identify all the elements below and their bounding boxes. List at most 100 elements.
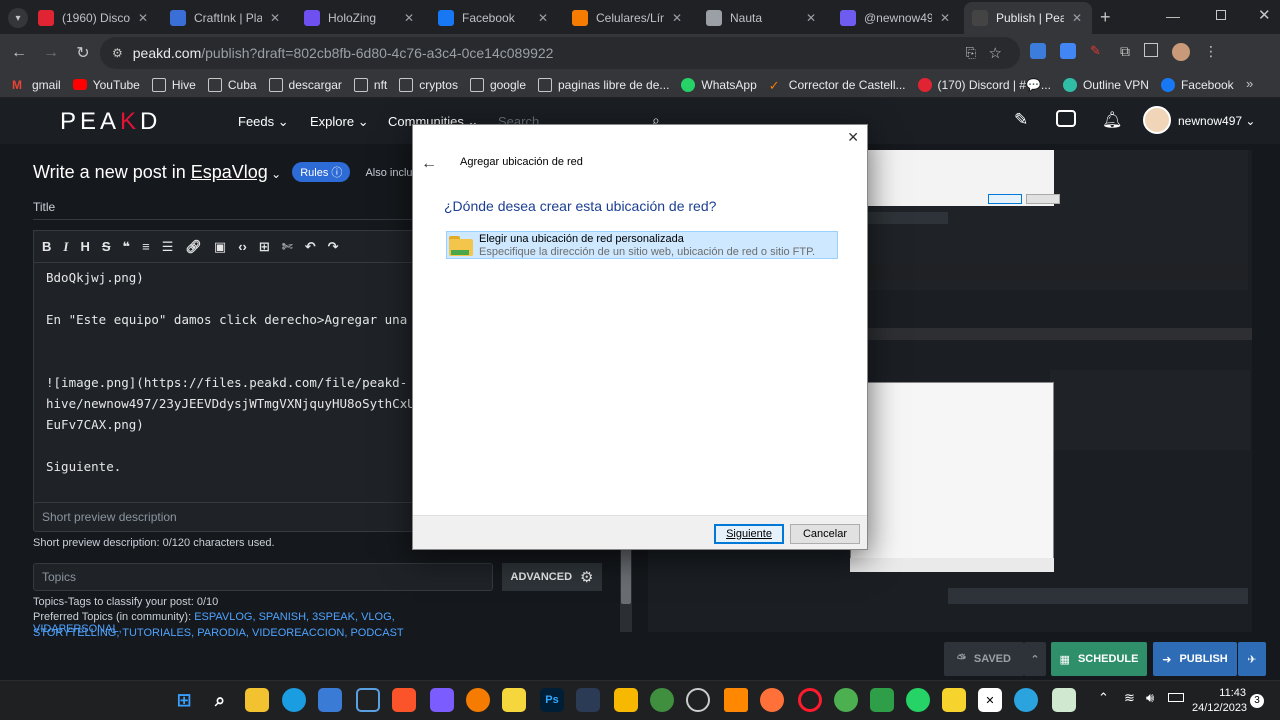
reload-icon[interactable]: ↻ [70,40,96,66]
italic-icon[interactable]: I [63,239,68,255]
strikethrough-icon[interactable]: S [102,239,111,254]
username-menu[interactable]: newnow497 ⌄ [1178,114,1255,128]
nav-explore[interactable]: Explore ⌄ [310,114,369,130]
bookmark-whatsapp[interactable]: WhatsApp [681,77,757,92]
bookmark-youtube[interactable]: YouTube [72,78,140,92]
sidebar-icon[interactable] [1144,43,1158,57]
install-app-icon[interactable]: ⎘ [966,45,976,61]
redo-icon[interactable]: ↷ [328,239,339,255]
undo-icon[interactable]: ↶ [305,239,316,255]
player-icon[interactable] [502,688,526,712]
opera-icon[interactable] [798,688,822,712]
publish-rocket-button[interactable]: ✈︎ [1238,642,1266,676]
chrome-menu-icon[interactable]: ⋮ [1204,43,1218,61]
tab-search-button[interactable]: ▾ [8,8,28,28]
title-input[interactable]: Title [33,192,413,220]
tab-close-icon[interactable]: ✕ [402,11,416,25]
new-tab-button[interactable]: + [1100,7,1111,28]
profile-avatar-icon[interactable] [1172,43,1190,61]
notification-badge[interactable]: 3 [1250,694,1264,708]
minimize-icon[interactable]: — [1166,8,1180,24]
battery-icon[interactable] [1168,693,1184,702]
chat-icon[interactable] [1056,110,1076,127]
bookmark-outline-vpn[interactable]: Outline VPN [1062,77,1149,92]
sticky-notes-icon[interactable] [942,688,966,712]
bold-icon[interactable]: B [42,239,51,254]
extension-blue-icon[interactable] [1030,43,1046,59]
extension-red-icon[interactable]: ✎ [1090,43,1106,59]
tab-close-icon[interactable]: ✕ [670,11,684,25]
quote-icon[interactable]: ❝ [123,239,131,255]
app-circle-icon[interactable] [686,688,710,712]
bookmark-discord[interactable]: (170) Discord | #💬... [917,77,1051,92]
saved-button[interactable]: ⛅︎ SAVED [944,642,1024,676]
volume-icon[interactable]: 🔊︎ [1146,690,1154,706]
schedule-button[interactable]: ▦ SCHEDULE [1051,642,1147,676]
bookmark-gmail[interactable]: Mgmail [12,78,61,92]
whatsapp-taskbar-icon[interactable] [906,688,930,712]
app-triangle-icon[interactable] [614,688,638,712]
file-explorer-icon[interactable] [245,688,269,712]
notifications-bell-icon[interactable]: 🔔︎ [1102,110,1122,130]
bookmark-nft[interactable]: nft [353,77,387,92]
close-icon[interactable]: ✕ [847,129,859,146]
bookmark-hive[interactable]: Hive [151,77,196,92]
notepad-icon[interactable] [1052,688,1076,712]
tab-close-icon[interactable]: ✕ [1070,11,1084,25]
microsoft-store-icon[interactable] [318,688,342,712]
image-icon[interactable]: ▣ [214,239,226,255]
ordered-list-icon[interactable]: ≡ [142,239,150,254]
photoshop-icon[interactable]: Ps [540,688,564,712]
preferred-topics-links-2[interactable]: STORYTELLING, TUTORIALES, PARODIA, VIDEO… [33,627,404,638]
browser-tab-discord[interactable]: (1960) Discord | ✕ [30,4,158,32]
publish-button[interactable]: ➜ PUBLISH [1153,642,1237,676]
taskbar-search-icon[interactable]: ⌕ [208,688,232,712]
tab-close-icon[interactable]: ✕ [536,11,550,25]
brave-icon[interactable] [392,688,416,712]
browser-tab-holozing[interactable]: HoloZing ✕ [296,4,424,32]
app-search-orange-icon[interactable] [466,688,490,712]
edge-icon[interactable] [282,688,306,712]
table-icon[interactable]: ⊞ [259,239,270,255]
telegram-icon[interactable] [1014,688,1038,712]
browser-tab-craftink[interactable]: CraftInk | Play Cr ✕ [162,4,290,32]
app-v-icon[interactable] [430,688,454,712]
site-info-icon[interactable]: ⚙ [112,46,123,60]
bookmark-corrector[interactable]: ✓ Corrector de Castell... [769,78,906,93]
saved-options-button[interactable]: ⌃ [1024,642,1046,676]
forward-arrow-icon[interactable]: → [38,40,64,66]
link-icon[interactable]: 🔗︎ [185,239,202,255]
app-tree-icon[interactable] [650,688,674,712]
tools-icon[interactable]: ✄ [282,239,293,255]
custom-network-location-option[interactable]: Elegir una ubicación de red personalizad… [446,231,838,259]
firefox-icon[interactable] [760,688,784,712]
bookmark-cryptos[interactable]: cryptos [399,77,458,92]
more-bookmarks-icon[interactable]: » [1246,76,1253,91]
peakd-logo[interactable]: PEAKD [60,108,161,136]
app-blue-icon[interactable] [356,688,380,712]
back-arrow-icon[interactable]: ← [6,40,32,66]
app-x-icon[interactable]: ✕ [978,688,1002,712]
bookmark-descargar[interactable]: descargar [268,77,342,92]
browser-tab-peakd[interactable]: Publish | PeakD ✕ [964,2,1092,34]
heading-icon[interactable]: H [80,239,89,254]
browser-tab-facebook[interactable]: Facebook ✕ [430,4,558,32]
bookmark-cuba[interactable]: Cuba [207,77,257,92]
browser-tab-celulares[interactable]: Celulares/Líneas ✕ [564,4,692,32]
user-avatar[interactable] [1143,106,1171,134]
bookmark-paginas[interactable]: paginas libre de de... [538,77,669,92]
community-selector[interactable]: EspaVlog [191,162,268,182]
next-button[interactable]: Siguiente [714,524,784,544]
translate-icon[interactable] [1060,43,1076,59]
nav-feeds[interactable]: Feeds ⌄ [238,114,289,130]
tab-close-icon[interactable]: ✕ [136,11,150,25]
bookmark-facebook[interactable]: Facebook [1160,77,1234,92]
tab-close-icon[interactable]: ✕ [938,11,952,25]
editor-text[interactable]: BdoQkjwj.png) En "Este equipo" damos cli… [34,263,437,481]
back-arrow-icon[interactable]: ← [421,155,437,173]
browser-tab-globe[interactable]: Nauta ✕ [698,4,826,32]
bookmark-google[interactable]: google [469,77,526,92]
rules-button[interactable]: Rules ⓘ [292,162,351,182]
restore-icon[interactable] [1216,10,1226,20]
vlc-icon[interactable] [724,688,748,712]
